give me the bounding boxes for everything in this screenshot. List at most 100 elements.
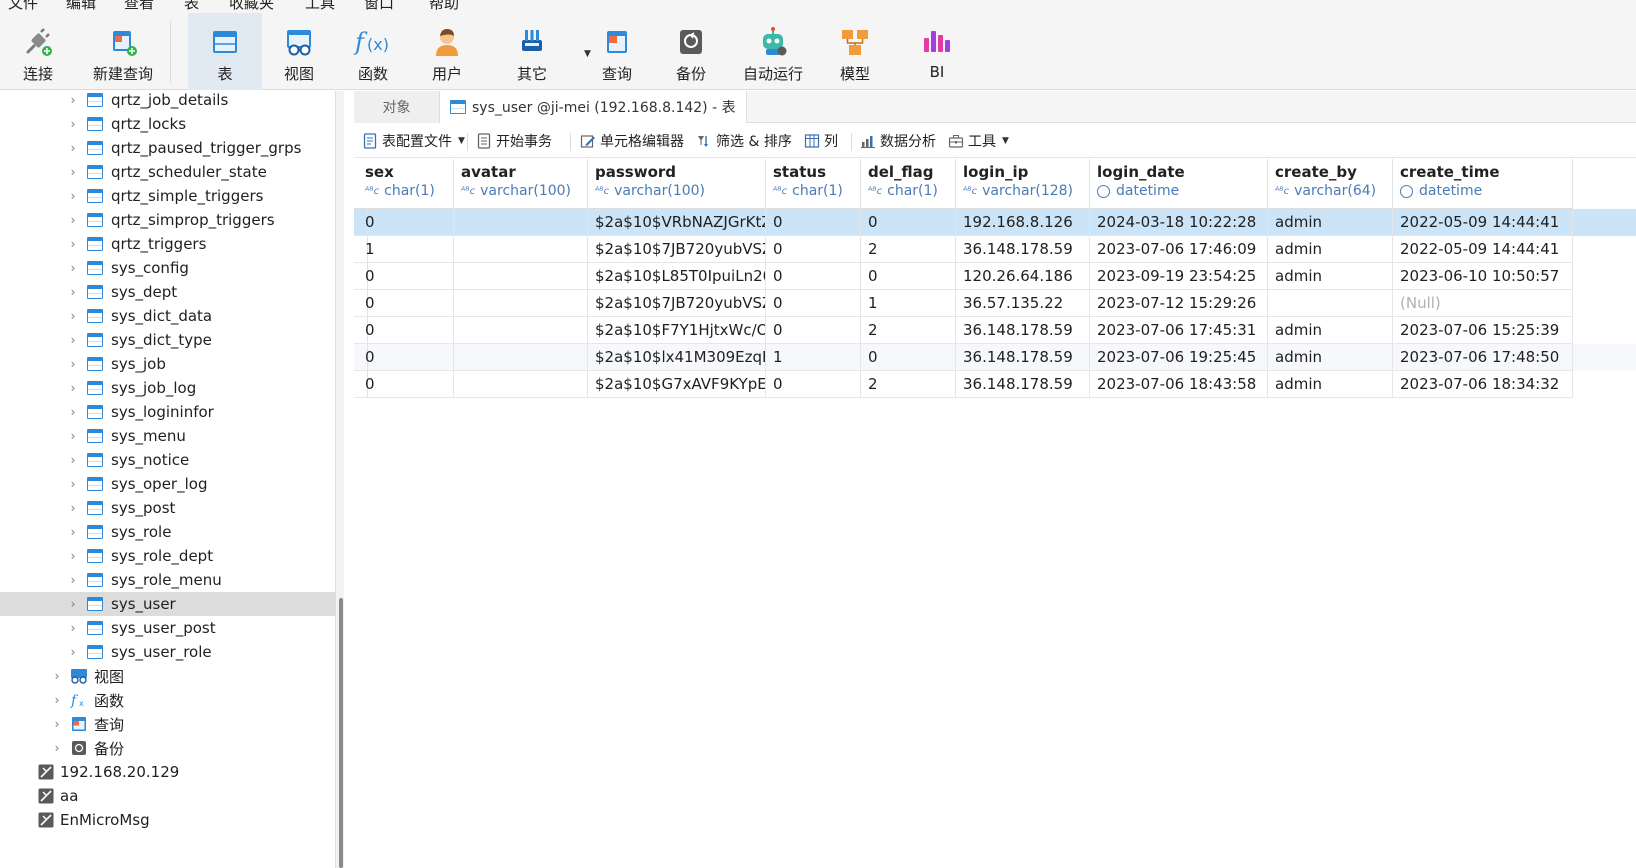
table-cell-login_ip[interactable]: 36.57.135.22 <box>956 290 1090 317</box>
column-header-create_time[interactable]: create_time datetime <box>1393 159 1573 209</box>
chevron-right-icon[interactable]: › <box>66 597 80 611</box>
toolbar-button-4[interactable]: f (x) 函数 <box>336 13 410 90</box>
sidebar-group-item[interactable]: › f x 函数 <box>0 688 336 712</box>
chevron-right-icon[interactable]: › <box>66 93 80 107</box>
chevron-right-icon[interactable]: › <box>66 117 80 131</box>
chevron-right-icon[interactable]: › <box>66 573 80 587</box>
table-cell-login_ip[interactable]: 120.26.64.186 <box>956 263 1090 290</box>
sidebar-table-item[interactable]: › qrtz_simprop_triggers <box>0 208 336 232</box>
sidebar-connection-item[interactable]: 192.168.20.129 <box>0 760 336 784</box>
table-cell-login_ip[interactable]: 36.148.178.59 <box>956 344 1090 371</box>
toolbar-button-2[interactable]: 表 <box>188 13 262 90</box>
table-cell-create_by[interactable]: admin <box>1268 236 1393 263</box>
table-cell-create_by[interactable] <box>1268 290 1393 317</box>
sidebar-group-item[interactable]: › 视图 <box>0 664 336 688</box>
column-header-del_flag[interactable]: del_flag ᴬᴮc char(1) <box>861 159 956 209</box>
chevron-right-icon[interactable]: › <box>66 261 80 275</box>
table-cell-create_by[interactable]: admin <box>1268 317 1393 344</box>
table-cell-password[interactable]: $2a$10$7JB720yubVSZv <box>588 236 766 263</box>
table-cell-login_date[interactable]: 2023-07-06 17:46:09 <box>1090 236 1268 263</box>
table-cell-create_by[interactable]: admin <box>1268 344 1393 371</box>
table-cell-create_by[interactable]: admin <box>1268 209 1393 236</box>
table-cell-create_time[interactable]: 2023-07-06 18:34:32 <box>1393 371 1573 398</box>
column-header-sex[interactable]: sex ᴬᴮc char(1) <box>358 159 454 209</box>
sidebar-table-item[interactable]: › qrtz_locks <box>0 112 336 136</box>
column-header-password[interactable]: password ᴬᴮc varchar(100) <box>588 159 766 209</box>
table-config-button[interactable]: 表配置文件 ▼ <box>362 131 465 151</box>
sidebar-table-item[interactable]: › sys_job_log <box>0 376 336 400</box>
menu-item-1[interactable]: 编辑 <box>66 0 96 12</box>
table-cell-create_by[interactable]: admin <box>1268 263 1393 290</box>
table-cell-password[interactable]: $2a$10$7JB720yubVSZv <box>588 290 766 317</box>
table-cell-status[interactable]: 0 <box>766 236 861 263</box>
sidebar-table-item[interactable]: › sys_dict_type <box>0 328 336 352</box>
table-cell-create_time[interactable]: 2023-07-06 17:48:50 <box>1393 344 1573 371</box>
table-cell-del_flag[interactable]: 2 <box>861 317 956 344</box>
table-cell-status[interactable]: 0 <box>766 371 861 398</box>
table-cell-login_date[interactable]: 2023-07-12 15:29:26 <box>1090 290 1268 317</box>
chevron-right-icon[interactable]: › <box>66 165 80 179</box>
table-cell-avatar[interactable] <box>454 236 588 263</box>
table-cell-create_by[interactable]: admin <box>1268 371 1393 398</box>
table-row[interactable]: 1 $2a$10$7JB720yubVSZv 0 2 36.148.178.59 2023… <box>354 236 1636 263</box>
sidebar-group-item[interactable]: › 查询 <box>0 712 336 736</box>
table-row[interactable]: 0 $2a$10$G7xAVF9KYpEs 0 2 36.148.178.59 2023-… <box>354 371 1636 398</box>
chevron-right-icon[interactable]: › <box>66 189 80 203</box>
toolbar-button-1[interactable]: 新建查询 <box>76 13 170 90</box>
table-cell-login_ip[interactable]: 192.168.8.126 <box>956 209 1090 236</box>
toolbar-button-11[interactable]: BI <box>892 13 982 90</box>
sidebar-table-item[interactable]: › qrtz_simple_triggers <box>0 184 336 208</box>
sidebar-table-item[interactable]: › sys_user <box>0 592 336 616</box>
sidebar-table-item[interactable]: › sys_post <box>0 496 336 520</box>
menu-item-7[interactable]: 帮助 <box>429 0 459 12</box>
sidebar-table-item[interactable]: › sys_dict_data <box>0 304 336 328</box>
chevron-right-icon[interactable]: › <box>66 405 80 419</box>
chevron-right-icon[interactable]: › <box>66 525 80 539</box>
chevron-right-icon[interactable]: › <box>66 477 80 491</box>
table-cell-del_flag[interactable]: 0 <box>861 263 956 290</box>
table-cell-del_flag[interactable]: 2 <box>861 371 956 398</box>
toolbar-button-7[interactable]: 查询 <box>580 13 654 90</box>
menu-item-0[interactable]: 文件 <box>8 0 38 12</box>
table-cell-avatar[interactable] <box>454 317 588 344</box>
table-cell-login_date[interactable]: 2023-09-19 23:54:25 <box>1090 263 1268 290</box>
table-cell-status[interactable]: 0 <box>766 290 861 317</box>
table-cell-sex[interactable]: 0 <box>358 290 454 317</box>
table-cell-status[interactable]: 0 <box>766 317 861 344</box>
table-cell-status[interactable]: 1 <box>766 344 861 371</box>
chevron-right-icon[interactable]: › <box>66 285 80 299</box>
table-cell-login_date[interactable]: 2023-07-06 19:25:45 <box>1090 344 1268 371</box>
table-row[interactable]: 0 $2a$10$7JB720yubVSZv 0 1 36.57.135.22 2023-… <box>354 290 1636 317</box>
chevron-right-icon[interactable]: › <box>66 213 80 227</box>
chevron-right-icon[interactable]: › <box>66 453 80 467</box>
sidebar-connection-item[interactable]: aa <box>0 784 336 808</box>
column-header-avatar[interactable]: avatar ᴬᴮc varchar(100) <box>454 159 588 209</box>
table-cell-login_date[interactable]: 2023-07-06 18:43:58 <box>1090 371 1268 398</box>
table-cell-password[interactable]: $2a$10$lx41M309EzqBs <box>588 344 766 371</box>
table-cell-avatar[interactable] <box>454 290 588 317</box>
table-cell-create_time[interactable]: (Null) <box>1393 290 1573 317</box>
table-cell-sex[interactable]: 0 <box>358 263 454 290</box>
column-header-status[interactable]: status ᴬᴮc char(1) <box>766 159 861 209</box>
toolbar-button-8[interactable]: 备份 <box>654 13 728 90</box>
table-cell-login_ip[interactable]: 36.148.178.59 <box>956 371 1090 398</box>
tab-sys-user[interactable]: sys_user @ji-mei (192.168.8.142) - 表 <box>440 91 747 123</box>
columns-button[interactable]: 列 <box>804 131 838 151</box>
table-cell-del_flag[interactable]: 0 <box>861 209 956 236</box>
chevron-right-icon[interactable]: › <box>50 693 64 707</box>
table-cell-avatar[interactable] <box>454 371 588 398</box>
menu-item-6[interactable]: 窗口 <box>364 0 394 12</box>
table-row[interactable]: 0 $2a$10$L85T0IpuiLn203 0 0 120.26.64.186 202… <box>354 263 1636 290</box>
sidebar-table-item[interactable]: › sys_dept <box>0 280 336 304</box>
sidebar-table-item[interactable]: › qrtz_scheduler_state <box>0 160 336 184</box>
table-cell-create_time[interactable]: 2023-07-06 15:25:39 <box>1393 317 1573 344</box>
table-cell-password[interactable]: $2a$10$VRbNAZJGrKtZ <box>588 209 766 236</box>
table-cell-login_ip[interactable]: 36.148.178.59 <box>956 317 1090 344</box>
toolbar-button-3[interactable]: 视图 <box>262 13 336 90</box>
menu-item-5[interactable]: 工具 <box>305 0 335 12</box>
table-cell-password[interactable]: $2a$10$G7xAVF9KYpEs <box>588 371 766 398</box>
sidebar-table-item[interactable]: › sys_role_menu <box>0 568 336 592</box>
sidebar-table-item[interactable]: › sys_job <box>0 352 336 376</box>
sidebar-connection-item[interactable]: EnMicroMsg <box>0 808 336 832</box>
chevron-right-icon[interactable]: › <box>66 333 80 347</box>
